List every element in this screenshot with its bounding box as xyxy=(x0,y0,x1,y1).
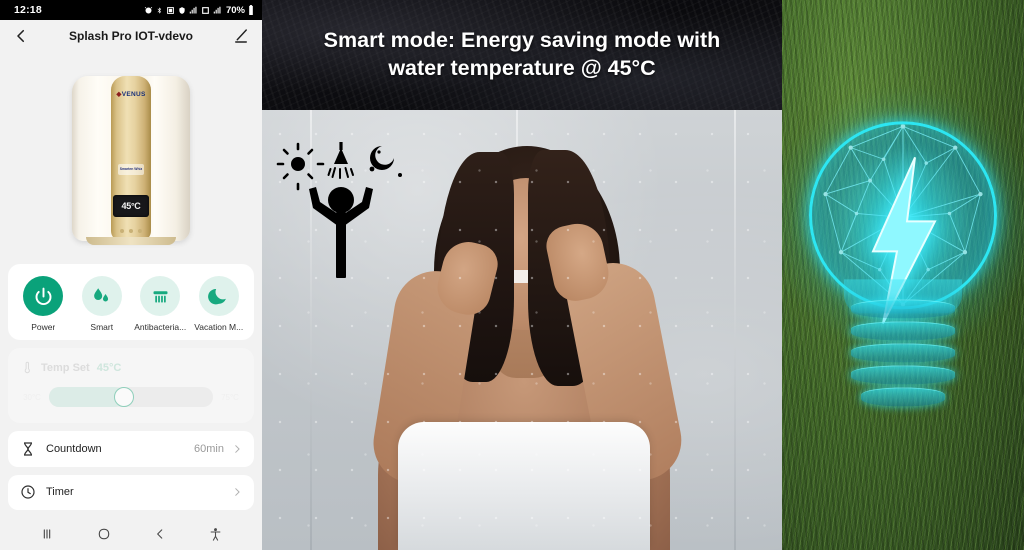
home-circle-icon[interactable] xyxy=(96,526,112,542)
chevron-right-icon[interactable] xyxy=(232,487,242,497)
status-bar-icons: 70% xyxy=(144,5,254,16)
chevron-left-icon[interactable] xyxy=(12,27,30,45)
energy-saving-bulb-panel xyxy=(782,0,1024,550)
hourglass-icon xyxy=(24,442,32,456)
mode-label-smart: Smart xyxy=(90,322,114,332)
mode-button-antibacteria[interactable]: Antibacteria... xyxy=(131,276,189,332)
temp-slider-fill xyxy=(49,387,125,407)
water-drops-icon xyxy=(94,287,109,301)
base-ring xyxy=(851,343,955,363)
shower-head-icon xyxy=(153,290,168,303)
clock-icon xyxy=(21,485,35,499)
power-icon xyxy=(35,287,52,305)
app-header: Splash Pro IOT-vdevo xyxy=(0,20,262,52)
status-bar: 12:18 70% xyxy=(0,0,262,20)
pencil-icon[interactable] xyxy=(232,27,250,45)
water-heater-graphic: ◆VENUS Smarten Whiz 45°C xyxy=(72,75,190,245)
countdown-label: Countdown xyxy=(46,442,102,455)
temp-min-label: 30°C xyxy=(23,392,41,402)
heater-lcd-temp: 45°C xyxy=(121,200,141,211)
signal-icon xyxy=(189,6,197,13)
mode-button-power[interactable]: Power xyxy=(14,276,72,332)
temp-set-label: Temp Set xyxy=(41,361,90,374)
low-poly-light-bulb xyxy=(782,81,1024,433)
temp-set-value: 45°C xyxy=(96,361,122,374)
battery-percent: 70% xyxy=(225,4,245,16)
alarm-icon xyxy=(144,6,153,13)
smart-mode-headline: Smart mode: Energy saving mode with wate… xyxy=(310,27,735,83)
vpn-icon xyxy=(179,6,185,14)
heater-brand-logo: ◆VENUS xyxy=(116,90,146,98)
android-nav-bar xyxy=(0,518,262,550)
status-clock: 12:18 xyxy=(14,4,42,16)
temp-max-label: 75°C xyxy=(221,392,239,402)
temp-set-header: Temp Set 45°C xyxy=(22,360,240,375)
chevron-left-icon[interactable] xyxy=(153,527,167,541)
base-ring xyxy=(851,321,955,341)
phone-app-panel: 12:18 70% Splash Pro IOT-vdevo ◆VENUS Sm… xyxy=(0,0,262,550)
mode-label-vacation: Vacation M... xyxy=(194,322,244,332)
countdown-row[interactable]: Countdown 60min xyxy=(8,431,254,467)
battery-icon xyxy=(249,5,253,15)
smart-mode-headline-bar: Smart mode: Energy saving mode with wate… xyxy=(262,0,782,110)
mode-button-smart[interactable]: Smart xyxy=(73,276,131,332)
base-ring xyxy=(851,299,955,319)
antibacteria-icon-circle[interactable] xyxy=(140,276,181,316)
chevron-right-icon[interactable] xyxy=(232,444,242,454)
bluetooth-icon xyxy=(157,7,162,13)
timer-row[interactable]: Timer xyxy=(8,474,254,510)
timer-label: Timer xyxy=(46,486,74,499)
thermometer-icon xyxy=(24,361,30,374)
nfc-icon xyxy=(167,6,174,14)
mode-label-power: Power xyxy=(31,322,56,332)
temp-slider-thumb[interactable] xyxy=(114,387,135,407)
base-ring xyxy=(851,365,955,385)
heater-lcd-display: 45°C xyxy=(113,194,149,217)
heater-badge: Smarten Whiz xyxy=(118,163,144,175)
wifi-icon xyxy=(202,6,209,14)
page-title: Splash Pro IOT-vdevo xyxy=(68,29,194,43)
mode-button-vacation[interactable]: Vacation M... xyxy=(190,276,248,332)
power-icon-circle[interactable] xyxy=(23,276,64,316)
temp-set-card: Temp Set 45°C 30°C 75°C xyxy=(8,348,254,423)
temp-slider-row: 30°C 75°C xyxy=(22,387,240,407)
signal2-icon xyxy=(213,6,221,13)
moon-icon xyxy=(208,288,227,304)
recents-icon[interactable] xyxy=(39,526,55,542)
accessibility-icon[interactable] xyxy=(208,527,223,542)
mode-buttons-card: Power Smart Antibacteria... Vacation M..… xyxy=(8,264,254,340)
heater-base xyxy=(86,236,176,245)
heater-keypad xyxy=(120,228,142,233)
temp-slider[interactable] xyxy=(49,387,213,407)
smart-mode-banner-panel: Smart mode: Energy saving mode with wate… xyxy=(262,0,782,550)
smart-icon-circle[interactable] xyxy=(81,276,122,316)
mode-label-antibacteria: Antibacteria... xyxy=(134,322,187,332)
vacation-icon-circle[interactable] xyxy=(198,276,239,316)
bulb-screw-base xyxy=(851,299,955,419)
base-ring xyxy=(861,387,945,407)
heater-image: ◆VENUS Smarten Whiz 45°C xyxy=(0,52,262,264)
sun-shower-person-moon-icon xyxy=(276,142,406,282)
headline-line-2: water temperature @ 45°C xyxy=(388,56,656,80)
headline-line-1: Smart mode: Energy saving mode with xyxy=(323,28,721,53)
countdown-value: 60min xyxy=(194,442,224,455)
shower-photo xyxy=(262,110,782,550)
